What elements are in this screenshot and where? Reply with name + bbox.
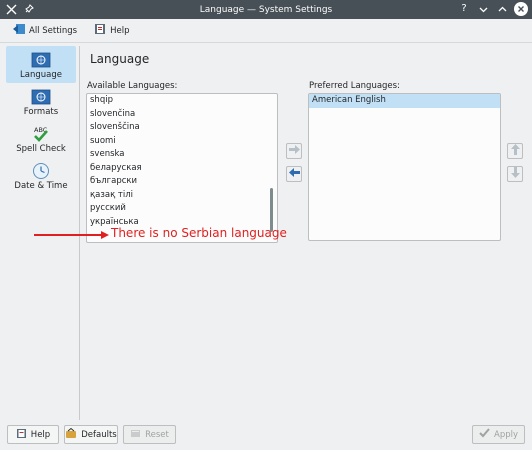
apply-button-label: Apply — [494, 429, 518, 440]
main-toolbar: All Settings Help — [0, 19, 532, 43]
list-item[interactable]: slovenščina — [87, 121, 277, 135]
sidebar-item-label: Spell Check — [16, 144, 66, 154]
annotation-text: There is no Serbian language — [111, 226, 287, 240]
minimize-icon[interactable] — [476, 2, 490, 16]
checkmark-icon — [479, 428, 490, 441]
list-item[interactable]: American English — [309, 94, 500, 108]
move-down-button[interactable] — [507, 166, 523, 182]
arrow-down-icon — [510, 167, 520, 181]
titlebar-left-controls — [4, 2, 36, 16]
window-menu-icon[interactable] — [4, 2, 18, 16]
spell-check-icon: ABC — [31, 125, 51, 143]
language-flag-icon — [31, 51, 51, 69]
window-titlebar[interactable]: Language — System Settings ? — [0, 0, 532, 19]
pin-icon[interactable] — [22, 2, 36, 16]
all-settings-button[interactable]: All Settings — [8, 21, 81, 41]
sidebar: Language Formats ABC Spell Check Date & … — [4, 46, 80, 420]
clock-icon — [31, 162, 51, 180]
move-up-button[interactable] — [507, 143, 523, 159]
window-title: Language — System Settings — [199, 4, 333, 15]
defaults-icon — [65, 427, 77, 442]
arrow-up-icon — [510, 144, 520, 158]
help-toolbar-button[interactable]: Help — [89, 21, 133, 41]
context-help-icon[interactable]: ? — [457, 2, 471, 16]
sidebar-item-formats[interactable]: Formats — [6, 83, 76, 120]
defaults-button[interactable]: Defaults — [64, 425, 118, 444]
apply-button[interactable]: Apply — [472, 425, 525, 444]
list-item[interactable]: русский — [87, 202, 277, 216]
defaults-button-label: Defaults — [81, 429, 117, 440]
sidebar-item-label: Date & Time — [14, 181, 68, 191]
annotation-arrow-head-icon — [101, 231, 109, 239]
help-button-label: Help — [30, 429, 51, 440]
help-toolbar-label: Help — [110, 25, 130, 36]
sidebar-item-date-time[interactable]: Date & Time — [6, 157, 76, 194]
close-icon[interactable] — [514, 2, 528, 16]
preferred-languages-list[interactable]: American English — [308, 93, 501, 241]
page-title: Language — [90, 52, 150, 66]
maximize-icon[interactable] — [495, 2, 509, 16]
arrow-left-icon — [288, 168, 300, 180]
preferred-languages-label: Preferred Languages: — [309, 81, 400, 91]
list-item[interactable]: қазақ тілі — [87, 189, 277, 203]
reset-icon — [130, 428, 141, 442]
available-languages-list[interactable]: shqip slovenčina slovenščina suomi svens… — [86, 93, 278, 243]
reset-button-label: Reset — [145, 429, 169, 440]
all-settings-label: All Settings — [29, 25, 78, 36]
help-button[interactable]: Help — [7, 425, 59, 444]
help-book-icon — [16, 428, 27, 442]
annotation-arrow-line — [34, 234, 106, 236]
sidebar-item-spell-check[interactable]: ABC Spell Check — [6, 120, 76, 157]
titlebar-right-controls: ? — [457, 2, 528, 16]
reset-button[interactable]: Reset — [123, 425, 176, 444]
list-item[interactable]: svenska — [87, 148, 277, 162]
arrow-right-icon — [288, 145, 300, 157]
help-book-icon — [93, 22, 107, 39]
sidebar-item-label: Language — [20, 70, 62, 80]
list-item[interactable]: slovenčina — [87, 108, 277, 122]
available-languages-label: Available Languages: — [87, 81, 178, 91]
remove-language-button[interactable] — [286, 166, 302, 182]
sidebar-item-language[interactable]: Language — [6, 46, 76, 83]
list-item[interactable]: беларуская — [87, 162, 277, 176]
sidebar-item-label: Formats — [23, 107, 59, 117]
list-item[interactable]: shqip — [87, 94, 277, 108]
formats-flag-icon — [31, 88, 51, 106]
add-language-button[interactable] — [286, 143, 302, 159]
back-arrow-icon — [12, 22, 26, 39]
list-item[interactable]: suomi — [87, 135, 277, 149]
list-item[interactable]: български — [87, 175, 277, 189]
